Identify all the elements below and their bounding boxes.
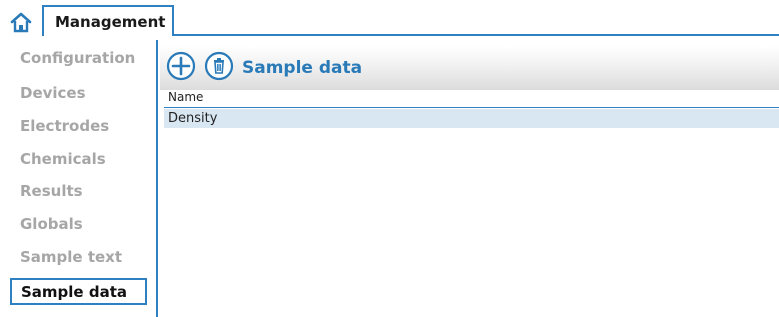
tab-divider xyxy=(174,34,779,36)
tab-management[interactable]: Management xyxy=(42,5,174,36)
sidebar-item-sample-text[interactable]: Sample text xyxy=(20,246,122,268)
delete-button[interactable] xyxy=(204,51,234,81)
add-button[interactable] xyxy=(166,51,196,81)
table-cell-name: Density xyxy=(168,111,218,126)
home-button[interactable] xyxy=(6,8,36,36)
sidebar-item-results[interactable]: Results xyxy=(20,180,83,202)
sidebar-item-devices[interactable]: Devices xyxy=(20,82,86,104)
sidebar-item-globals[interactable]: Globals xyxy=(20,213,83,235)
header-divider xyxy=(164,107,779,108)
page-title: Sample data xyxy=(242,58,363,78)
sidebar-item-chemicals[interactable]: Chemicals xyxy=(20,148,106,170)
sidebar-item-electrodes[interactable]: Electrodes xyxy=(20,115,109,137)
main-panel: Sample data Name Density xyxy=(160,40,779,317)
sidebar-item-sample-data[interactable]: Sample data xyxy=(10,278,147,305)
toolbar: Sample data xyxy=(160,46,779,90)
table-row[interactable]: Density xyxy=(164,109,779,128)
top-navigation-bar: Management xyxy=(0,0,779,38)
tab-management-label: Management xyxy=(55,12,166,31)
home-icon xyxy=(10,12,32,33)
sidebar-item-configuration[interactable]: Configuration xyxy=(20,47,135,69)
plus-circle-icon xyxy=(166,51,196,81)
column-header-name[interactable]: Name xyxy=(168,90,203,104)
sidebar: Configuration Devices Electrodes Chemica… xyxy=(0,40,158,317)
trash-circle-icon xyxy=(204,51,234,81)
